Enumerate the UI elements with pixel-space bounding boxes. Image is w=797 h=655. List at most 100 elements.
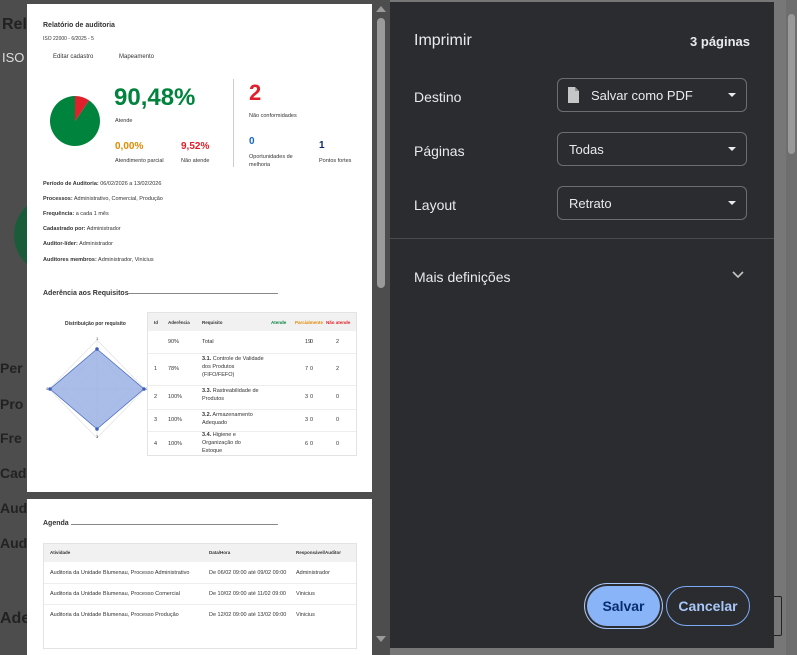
cell-data-hora: De 10/02 09:00 até 11/02 09:00 <box>209 591 286 597</box>
cell-atende: 6 <box>305 441 309 447</box>
info-lead-auditor: Auditor-líder: Administrador <box>43 241 114 247</box>
chevron-down-icon <box>728 147 736 151</box>
save-button[interactable]: Salvar <box>587 586 660 626</box>
percent-parcial: 0,00% <box>115 141 144 152</box>
info-frequency: Frequência: a cada 1 mês <box>43 211 109 217</box>
print-preview[interactable]: Rel ISO Per Pro Fre Cad Aud Aud Ade Rela… <box>0 0 390 655</box>
cell-atividade: Auditoria da Unidade Blumenau, Processo … <box>50 570 190 576</box>
cell-requisito: 3.4. Higiene e Organização do Estoque <box>202 432 241 454</box>
radar-series-area <box>49 348 145 430</box>
report-title: Relatório de auditoria <box>43 22 115 29</box>
cell-atividade: Auditoria da Unidade Blumenau, Processo … <box>50 591 180 597</box>
preview-scroll-thumb[interactable] <box>377 18 385 288</box>
bg-label-4: Cad <box>0 465 27 481</box>
cancel-button[interactable]: Cancelar <box>666 586 750 626</box>
radar-point-3 <box>95 427 99 431</box>
info-processes: Processos: Administrativo, Comercial, Pr… <box>43 196 163 202</box>
cell-responsavel: Vinicius <box>296 612 315 618</box>
cell-atende: 7 <box>305 366 309 372</box>
opp-label: Oportunidades de melhoria <box>249 154 293 168</box>
settings-divider <box>390 238 774 239</box>
adherence-title-rule <box>128 293 278 294</box>
cell-responsavel: Administrador <box>296 570 330 576</box>
cell-aderencia: 100% <box>168 417 183 423</box>
cell-nao-atende: 0 <box>336 394 340 400</box>
print-title: Imprimir <box>414 32 472 49</box>
adherence-section-title: Aderência aos Requisitos <box>43 290 129 297</box>
cell-requisito: Total <box>202 339 214 345</box>
table-row: 1 78% 3.1. Controle de Validade dos Prod… <box>148 353 356 386</box>
bg-label-6: Aud <box>0 535 28 551</box>
cell-nao-atende: 2 <box>336 366 340 372</box>
cell-aderencia: 90% <box>168 339 180 345</box>
more-settings-toggle[interactable]: Mais definições <box>390 257 774 295</box>
layout-value: Retrato <box>569 196 612 211</box>
cell-parcial: 0 <box>310 339 314 345</box>
agenda-table: Atividade Data/Hora Responsável/Auditor … <box>43 543 357 649</box>
destination-label: Destino <box>414 89 462 105</box>
preview-scrollbar[interactable] <box>374 4 388 650</box>
percent-nao-atende-label: Não atende <box>181 158 210 164</box>
cell-requisito: 3.3. Rastreabilidade de Produtos <box>202 388 259 402</box>
table-row: 3 100% 3.2. Armazenamento Adequado 3 0 0 <box>148 409 356 432</box>
cell-requisito: 3.2. Armazenamento Adequado <box>202 412 253 426</box>
chevron-down-icon <box>732 271 744 279</box>
cell-parcial: 0 <box>310 394 314 400</box>
scroll-down-arrow[interactable] <box>376 636 386 642</box>
percent-nao-atende: 9,52% <box>181 141 210 152</box>
th-parcial: Parcialmente <box>295 320 324 325</box>
pages-value: Todas <box>569 142 604 157</box>
cell-id: 2 <box>154 394 158 400</box>
th-atividade: Atividade <box>50 550 71 555</box>
chevron-down-icon <box>728 93 736 97</box>
percent-atende-label: Atende <box>115 118 133 124</box>
destination-select[interactable]: Salvar como PDF <box>557 78 747 112</box>
agenda-title-rule <box>71 524 278 525</box>
table-row: 2 100% 3.3. Rastreabilidade de Produtos … <box>148 385 356 410</box>
bg-adherence-left: Ade <box>0 610 31 627</box>
page-scroll-thumb[interactable] <box>788 14 795 154</box>
radar-chart <box>48 339 146 439</box>
cell-atende: 3 <box>305 417 309 423</box>
adherence-pie-chart <box>50 96 100 146</box>
cell-requisito: 3.1. Controle de Validade dos Produtos (… <box>202 356 264 378</box>
layout-select[interactable]: Retrato <box>557 186 747 220</box>
th-requisito: Requisito <box>202 320 223 325</box>
radar-point-1 <box>95 347 99 351</box>
info-period: Período de Auditoria: 06/02/2026 a 13/02… <box>43 181 162 187</box>
table-row: 90% Total 19 0 2 <box>148 331 356 354</box>
cell-parcial: 0 <box>310 441 314 447</box>
agenda-section-title: Agenda <box>43 520 69 527</box>
cell-nao-atende: 0 <box>336 417 340 423</box>
pages-select[interactable]: Todas <box>557 132 747 166</box>
th-nao-atende: Não atende <box>326 320 351 325</box>
cell-nao-atende: 0 <box>336 441 340 447</box>
table-row: Auditoria da Unidade Blumenau, Processo … <box>44 604 356 625</box>
cell-data-hora: De 06/02 09:00 até 09/02 09:00 <box>209 570 287 576</box>
cell-nao-atende: 2 <box>336 339 340 345</box>
cell-aderencia: 100% <box>168 394 183 400</box>
preview-page-2: Agenda Atividade Data/Hora Responsável/A… <box>27 499 372 655</box>
cell-id: 4 <box>154 441 158 447</box>
info-auditors: Auditores membros: Administrador, Vinici… <box>43 257 154 263</box>
radar-label-1: 1 <box>96 336 99 341</box>
cell-aderencia: 78% <box>168 366 180 372</box>
preview-page-1: Relatório de auditoria ISO 22000 - 6/202… <box>27 4 372 492</box>
table-row: Auditoria da Unidade Blumenau, Processo … <box>44 583 356 605</box>
th-id: Id <box>154 320 158 325</box>
bg-label-1: Per <box>0 360 23 376</box>
scroll-up-arrow[interactable] <box>376 6 386 12</box>
pages-label: Páginas <box>414 143 465 159</box>
cell-parcial: 0 <box>310 366 314 372</box>
percent-atende: 90,48% <box>114 84 196 111</box>
percent-parcial-label: Atendimento parcial <box>115 158 164 164</box>
opp-count: 0 <box>249 136 255 147</box>
page-scrollbar[interactable] <box>786 0 797 655</box>
cell-aderencia: 100% <box>168 441 183 447</box>
stats-divider <box>233 79 234 167</box>
tab-edit-cadastro: Editar cadastro <box>53 54 94 60</box>
layout-label: Layout <box>414 197 457 213</box>
bg-title-left: Rel <box>2 16 27 33</box>
nc-count: 2 <box>249 80 262 105</box>
bg-iso-left: ISO <box>2 50 25 65</box>
